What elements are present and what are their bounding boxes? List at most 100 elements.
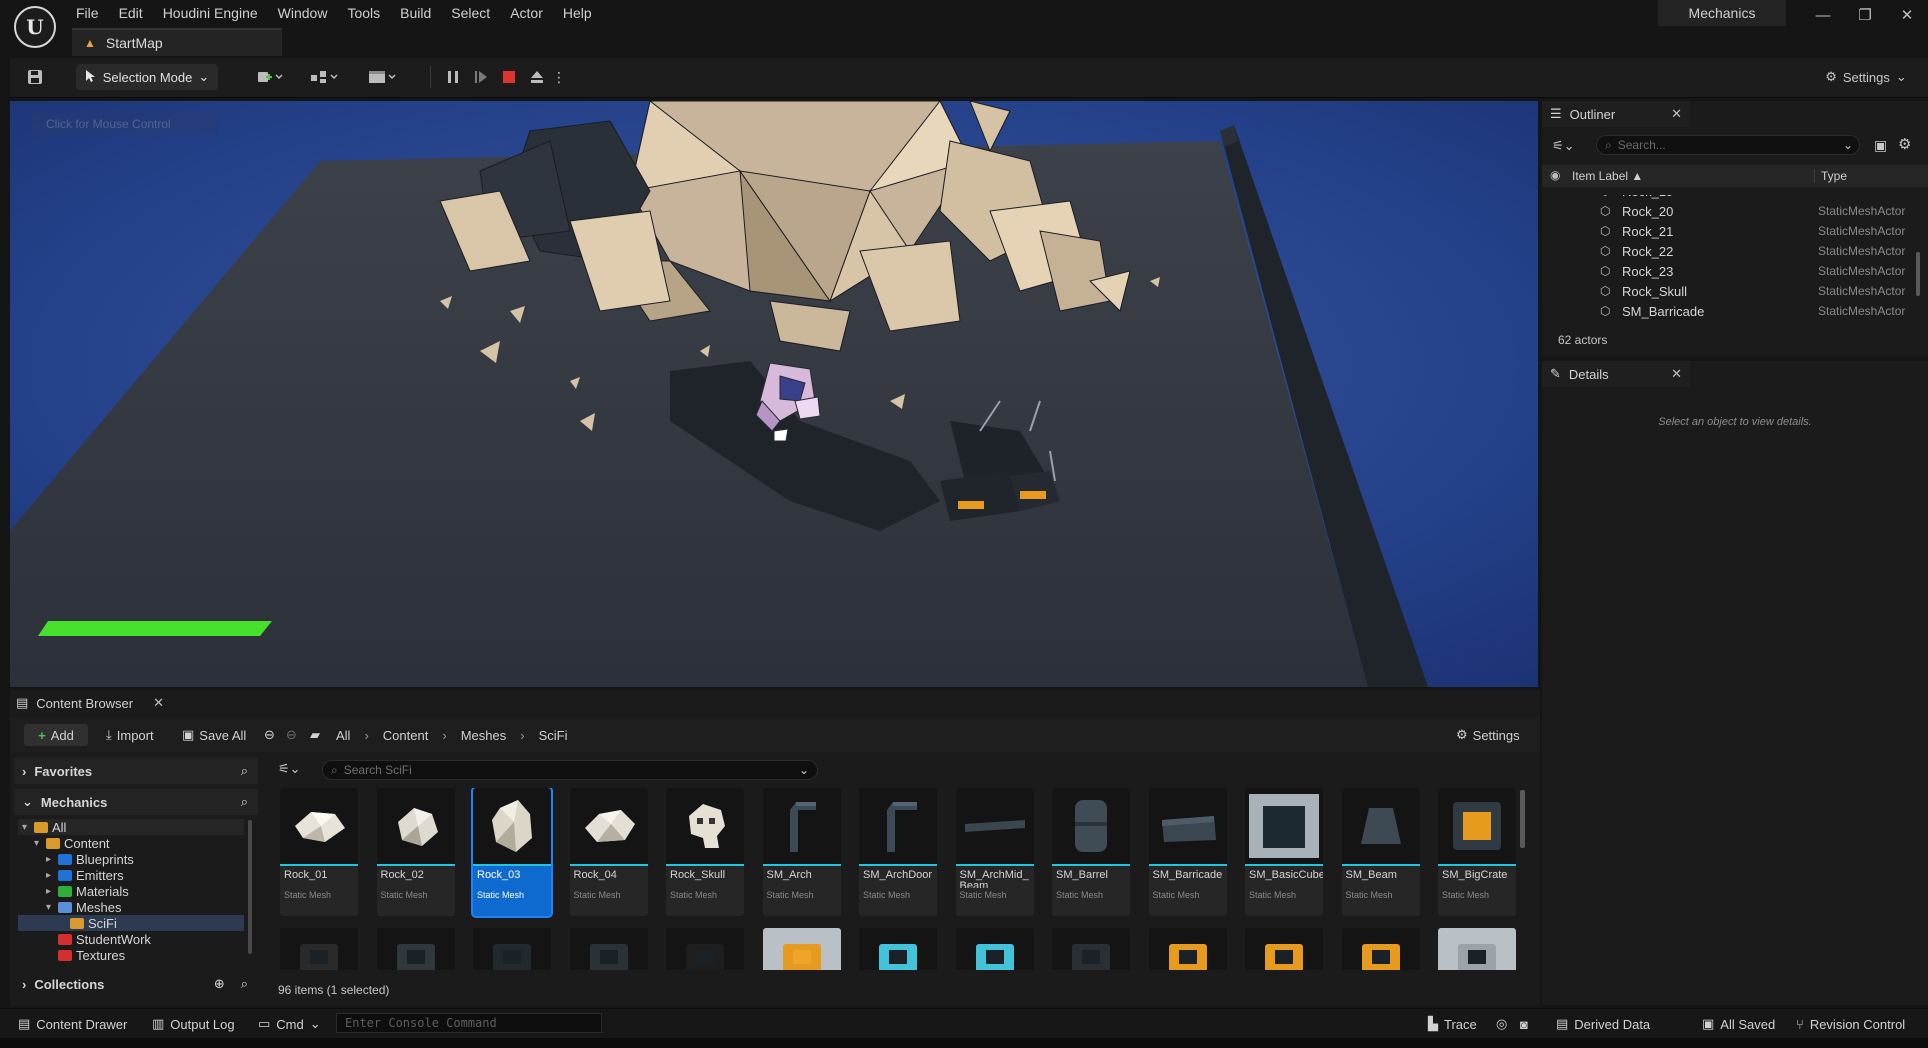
step-frame-icon[interactable]	[468, 64, 494, 90]
forward-icon[interactable]: ⊖	[286, 724, 297, 746]
level-viewport[interactable]: Click for Mouse Control	[10, 101, 1538, 687]
asset-tile[interactable]: SM_ArchDoor Static Mesh	[859, 788, 937, 916]
chevron-right-icon[interactable]: ›	[442, 728, 446, 743]
cinematics-button[interactable]	[362, 64, 402, 90]
restore-icon[interactable]: ❐	[1850, 4, 1880, 26]
mouse-control-hint[interactable]: Click for Mouse Control	[32, 113, 218, 135]
favorites-section[interactable]: › Favorites ⌕	[14, 758, 258, 784]
chevron-right-icon[interactable]: ›	[364, 728, 368, 743]
collections-section[interactable]: › Collections ⊕ ⌕	[14, 971, 258, 997]
record-icon[interactable]: ◎	[1496, 1014, 1507, 1034]
chevron-right-icon[interactable]: ▸	[46, 886, 54, 897]
add-button[interactable]: + Add	[24, 724, 88, 746]
asset-tile[interactable]: Rock_02 Static Mesh	[376, 788, 455, 916]
outliner-row[interactable]: ⬡ Rock_Skull StaticMeshActor	[1542, 281, 1922, 301]
tree-folder-scifi[interactable]: SciFi	[18, 915, 244, 931]
trace-button[interactable]: ▙ Trace	[1428, 1014, 1477, 1034]
level-tab[interactable]: ▲ StartMap	[72, 28, 282, 56]
asset-scrollbar[interactable]	[1520, 790, 1525, 848]
console-command-input[interactable]: Enter Console Command	[336, 1013, 602, 1033]
asset-tile[interactable]	[859, 928, 937, 970]
asset-tile[interactable]	[1341, 928, 1420, 970]
chevron-right-icon[interactable]: ›	[520, 728, 524, 743]
asset-tile[interactable]: Rock_01 Static Mesh	[280, 788, 358, 916]
tree-folder-studentwork[interactable]: StudentWork	[18, 931, 244, 947]
asset-tile[interactable]: SM_BigCrate Static Mesh	[1438, 788, 1516, 916]
close-icon[interactable]: ✕	[1671, 366, 1690, 382]
asset-tile[interactable]	[666, 928, 744, 970]
tree-folder-emitters[interactable]: ▸ Emitters	[18, 867, 244, 883]
tree-folder-all[interactable]: ▾ All	[18, 819, 244, 835]
tree-folder-textures[interactable]: Textures	[18, 947, 244, 963]
save-all-button[interactable]: ▣ Save All	[182, 724, 246, 746]
content-browser-tab[interactable]: ▤ Content Browser ✕	[10, 690, 170, 716]
pause-icon[interactable]	[440, 64, 466, 90]
asset-tile[interactable]: SM_Barrel Static Mesh	[1052, 788, 1130, 916]
revision-control-button[interactable]: ⑂ Revision Control	[1796, 1014, 1905, 1034]
more-options-icon[interactable]: ⋮	[552, 64, 566, 90]
outliner-row[interactable]: ⬡ Rock_22 StaticMeshActor	[1542, 241, 1922, 261]
project-section[interactable]: ⌄ Mechanics ⌕	[14, 789, 258, 815]
add-folder-icon[interactable]: ▣	[1874, 137, 1887, 154]
menu-window[interactable]: Window	[268, 3, 338, 23]
add-actor-button[interactable]	[250, 64, 290, 90]
menu-houdini-engine[interactable]: Houdini Engine	[153, 3, 268, 23]
eye-icon[interactable]: ◉	[1550, 168, 1560, 182]
breadcrumb-content[interactable]: Content	[383, 728, 429, 743]
all-saved-button[interactable]: ▣ All Saved	[1702, 1014, 1775, 1034]
col-item-label[interactable]: Item Label ▲	[1572, 169, 1643, 183]
content-drawer-button[interactable]: ▤ Content Drawer	[18, 1014, 127, 1034]
chevron-down-icon[interactable]: ▾	[46, 902, 54, 913]
asset-tile[interactable]	[762, 928, 841, 970]
asset-tile[interactable]	[1052, 928, 1130, 970]
asset-tile[interactable]: SM_BasicCube Static Mesh	[1245, 788, 1323, 916]
asset-tile[interactable]: Rock_04 Static Mesh	[569, 788, 648, 916]
asset-tile[interactable]	[955, 928, 1034, 970]
menu-edit[interactable]: Edit	[109, 3, 153, 23]
import-button[interactable]: ⤓ Import	[106, 724, 154, 746]
chevron-right-icon[interactable]: ▸	[46, 854, 54, 865]
tree-folder-content[interactable]: ▾ Content	[18, 835, 244, 851]
col-type[interactable]: Type	[1814, 169, 1847, 183]
asset-tile[interactable]	[473, 928, 551, 970]
details-tab[interactable]: ✎ Details ✕	[1542, 361, 1690, 387]
search-icon[interactable]: ⌕	[233, 976, 258, 992]
chevron-down-icon[interactable]: ▾	[22, 822, 30, 833]
menu-help[interactable]: Help	[553, 3, 602, 23]
asset-search-input[interactable]: ⌕ Search SciFi ⌄	[322, 760, 818, 780]
asset-tile[interactable]	[569, 928, 648, 970]
outliner-row[interactable]: ⬡ Rock_20 StaticMeshActor	[1542, 201, 1922, 221]
content-settings-button[interactable]: ⚙ Settings	[1456, 724, 1520, 746]
asset-tile[interactable]: SM_Arch Static Mesh	[762, 788, 841, 916]
asset-tile[interactable]: Rock_03 Static Mesh	[471, 788, 553, 918]
outliner-row[interactable]: ⬡ Rock_23 StaticMeshActor	[1542, 261, 1922, 281]
output-log-button[interactable]: ▥ Output Log	[152, 1014, 235, 1034]
folder-icon[interactable]: ▰	[310, 724, 320, 746]
outliner-row[interactable]: ⬡ SM_Barricade StaticMeshActor	[1542, 301, 1922, 321]
tree-folder-meshes[interactable]: ▾ Meshes	[18, 899, 244, 915]
back-icon[interactable]: ⊖	[264, 724, 275, 746]
close-icon[interactable]: ✕	[153, 695, 170, 711]
tree-scrollbar[interactable]	[248, 820, 252, 954]
asset-tile[interactable]	[1148, 928, 1227, 970]
menu-file[interactable]: File	[66, 3, 109, 23]
derived-data-button[interactable]: ▤ Derived Data	[1556, 1014, 1650, 1034]
blueprint-button[interactable]	[304, 64, 344, 90]
chevron-down-icon[interactable]: ▾	[34, 838, 42, 849]
outliner-row[interactable]: ⬡ Rock_21 StaticMeshActor	[1542, 221, 1922, 241]
breadcrumb-meshes[interactable]: Meshes	[461, 728, 507, 743]
close-icon[interactable]: ✕	[1671, 106, 1690, 122]
tree-folder-blueprints[interactable]: ▸ Blueprints	[18, 851, 244, 867]
search-icon[interactable]: ⌕	[241, 763, 258, 779]
eject-icon[interactable]	[524, 64, 550, 90]
filter-icon[interactable]: ⚟⌄	[1552, 138, 1586, 154]
settings-button[interactable]: ⚙ Settings ⌄	[1820, 64, 1912, 90]
chevron-right-icon[interactable]: ▸	[46, 870, 54, 881]
minimize-icon[interactable]: —	[1808, 4, 1838, 26]
add-collection-icon[interactable]: ⊕	[214, 976, 225, 992]
asset-tile[interactable]: SM_ArchMid_ Beam Static Mesh	[955, 788, 1034, 916]
close-window-icon[interactable]: ✕	[1892, 4, 1922, 26]
menu-build[interactable]: Build	[390, 3, 441, 23]
asset-filter-icon[interactable]: ⚟⌄	[278, 761, 301, 777]
asset-tile[interactable]	[376, 928, 455, 970]
